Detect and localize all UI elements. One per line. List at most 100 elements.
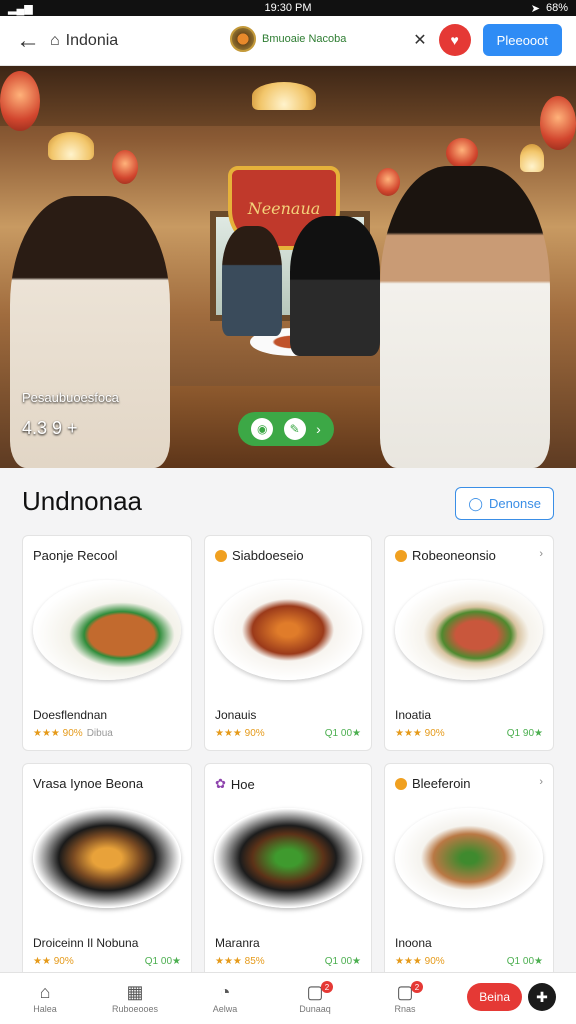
hero-image: Neenaua xyxy=(0,66,576,468)
card-rating: ★★ 90% xyxy=(33,956,74,967)
compass-icon: ◔ xyxy=(219,982,231,1002)
dish-image xyxy=(214,580,362,680)
food-card[interactable]: Bleeferoin › Inoona ★★★ 90% Q1 00★ xyxy=(384,763,554,979)
card-title-text: Paonje Recool xyxy=(33,548,118,563)
card-price: Q1 90★ xyxy=(506,728,543,739)
tag-icon xyxy=(215,549,227,562)
location-icon: ◉ xyxy=(251,418,274,440)
ceiling-lamp xyxy=(252,82,316,110)
nav-cta-button[interactable]: Beina xyxy=(467,983,522,1011)
food-grid: Paonje Recool Doesflendnan ★★★ 90% Dibua … xyxy=(22,535,554,979)
section-title: Undnonaa xyxy=(22,486,142,516)
diner-background xyxy=(290,216,380,356)
search-icon: ◯ xyxy=(468,495,483,511)
card-title: ✿ Hoe xyxy=(215,776,255,792)
dish-image xyxy=(33,808,181,908)
arrow-left-icon: ← xyxy=(16,26,40,54)
card-name: Doesflendnan xyxy=(33,708,108,722)
tag-icon xyxy=(395,549,407,562)
card-name: Maranra xyxy=(215,936,260,950)
nav-item-bookings[interactable]: ▦ Ruboeooes xyxy=(90,983,180,1014)
nav-item-chat[interactable]: ▢ 2 Dunaaq xyxy=(270,981,360,1014)
card-price: Q1 00★ xyxy=(324,956,361,967)
lantern-decoration xyxy=(376,168,400,196)
hero-rating: 4.3 9 + xyxy=(22,418,78,438)
notification-badge: 2 xyxy=(321,981,333,993)
app-bar: ← ⌂ Indonia Bmuoaie Nacoba ✕ ♥ Pleeooot xyxy=(0,16,576,66)
nav-cta: Beina ✚ xyxy=(467,983,556,1011)
tag-icon: ✿ xyxy=(215,776,226,791)
card-title: Robeoneonsio xyxy=(395,548,496,563)
brand-label: Bmuoaie Nacoba xyxy=(262,33,347,45)
battery-label: 68% xyxy=(545,2,568,14)
cart-icon[interactable]: ✚ xyxy=(528,983,556,1011)
card-title: Vrasa Iynoe Beona xyxy=(33,776,143,791)
card-price: Q1 00★ xyxy=(506,956,543,967)
card-name: Jonauis xyxy=(215,708,257,722)
section-action-button[interactable]: ◯ Denonse xyxy=(455,487,554,520)
lantern-decoration xyxy=(446,138,478,168)
chevron-right-icon: › xyxy=(316,421,321,437)
card-title-text: Robeoneonsio xyxy=(412,548,496,563)
lantern-decoration xyxy=(540,96,576,150)
dish-image xyxy=(214,808,362,908)
x-icon: ✕ xyxy=(413,32,427,49)
home-label: Indonia xyxy=(65,31,119,49)
dish-image xyxy=(395,808,543,908)
card-price: Q1 00★ xyxy=(144,956,181,967)
dish-image xyxy=(395,580,543,680)
ceiling-lamp xyxy=(48,132,94,160)
more-icon[interactable]: › xyxy=(539,548,543,560)
card-title: Paonje Recool xyxy=(33,548,118,563)
card-name: Inoatia xyxy=(395,708,432,722)
nav-label: Halea xyxy=(33,1004,57,1014)
more-icon[interactable]: › xyxy=(539,776,543,788)
food-card[interactable]: Robeoneonsio › Inoatia ★★★ 90% Q1 90★ xyxy=(384,535,554,751)
food-card[interactable]: ✿ Hoe Maranra ★★★ 85% Q1 00★ xyxy=(204,763,372,979)
card-rating: ★★★ 85% xyxy=(215,956,265,967)
card-title-text: Hoe xyxy=(230,776,255,792)
brand[interactable]: Bmuoaie Nacoba xyxy=(230,26,346,52)
section-action-label: Denonse xyxy=(488,496,541,511)
status-time: 19:30 PM xyxy=(264,2,312,14)
card-rating: ★★★ 90% Dibua xyxy=(33,728,113,739)
primary-action-button[interactable]: Pleeooot xyxy=(482,24,562,56)
card-title-text: Bleeferoin xyxy=(412,776,471,791)
ceiling-lamp xyxy=(520,144,544,172)
diner-background xyxy=(222,226,282,336)
food-card[interactable]: Siabdoeseio Jonauis ★★★ 90% Q1 00★ xyxy=(204,535,372,751)
home-icon: ⌂ xyxy=(50,31,60,49)
lantern-decoration xyxy=(0,71,40,131)
tag-icon xyxy=(395,777,407,790)
hero-caption: Pesaubuoesfoca xyxy=(22,390,119,405)
nav-label: Aelwa xyxy=(212,1004,238,1014)
nav-item-home[interactable]: ⌂ Halea xyxy=(0,983,90,1014)
rating-text: ★★★ 90% xyxy=(33,728,83,739)
card-rating: ★★★ 90% xyxy=(215,728,265,739)
brand-logo xyxy=(230,26,256,52)
heart-icon: ♥ xyxy=(450,32,459,48)
card-price: Q1 00★ xyxy=(324,728,361,739)
hero-action-pill[interactable]: ◉ ✎ › xyxy=(238,412,334,446)
dish-image xyxy=(33,580,181,680)
signal-icon: ▂▄▆ xyxy=(8,2,33,15)
favorite-button[interactable]: ♥ xyxy=(438,24,471,56)
home-link[interactable]: ⌂ Indonia xyxy=(50,32,118,50)
nav-item-orders[interactable]: ▢ 2 Rnas xyxy=(360,981,450,1014)
nav-item-explore[interactable]: ◔ Aelwa xyxy=(180,983,270,1014)
food-card[interactable]: Vrasa Iynoe Beona Droiceinn Il Nobuna ★★… xyxy=(22,763,192,979)
close-button[interactable]: ✕ xyxy=(413,30,426,50)
chat-icon: ✎ xyxy=(283,418,306,440)
card-rating: ★★★ 90% xyxy=(395,956,445,967)
card-title: Siabdoeseio xyxy=(215,548,304,563)
nav-label: Dunaaq xyxy=(299,1004,331,1014)
card-name: Inoona xyxy=(395,936,432,950)
card-title: Bleeferoin xyxy=(395,776,471,791)
food-card[interactable]: Paonje Recool Doesflendnan ★★★ 90% Dibua xyxy=(22,535,192,751)
diner-man xyxy=(380,166,550,468)
notification-badge: 2 xyxy=(411,981,423,993)
lantern-decoration xyxy=(112,150,138,184)
status-bar: ▂▄▆ 19:30 PM ➤ 68% xyxy=(0,0,576,16)
card-title-text: Vrasa Iynoe Beona xyxy=(33,776,144,791)
back-button[interactable]: ← xyxy=(6,19,50,63)
